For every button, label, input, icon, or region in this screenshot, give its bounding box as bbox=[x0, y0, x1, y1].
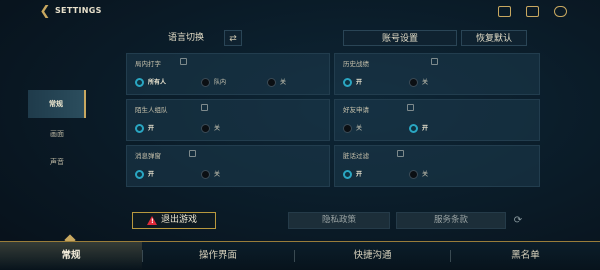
panel-profanity-filter: 脏话过滤 开 关 bbox=[334, 145, 540, 187]
radio-all[interactable] bbox=[135, 78, 144, 87]
quit-game-button[interactable]: ! 退出游戏 bbox=[132, 212, 216, 229]
info-icon[interactable] bbox=[397, 150, 404, 157]
radio-label: 队内 bbox=[214, 79, 227, 86]
panel-title: 消息弹窗 bbox=[135, 152, 161, 160]
chat-icon[interactable] bbox=[526, 6, 539, 17]
radio-on[interactable] bbox=[135, 170, 144, 179]
refresh-icon[interactable]: ⟳ bbox=[510, 213, 526, 228]
radio-on[interactable] bbox=[343, 78, 352, 87]
radio-off[interactable] bbox=[201, 124, 210, 133]
radio-label: 关 bbox=[280, 79, 287, 86]
info-icon[interactable] bbox=[201, 104, 208, 111]
info-icon[interactable] bbox=[180, 58, 187, 65]
terms-of-service-button[interactable]: 服务条款 bbox=[396, 212, 506, 229]
panel-title: 脏话过滤 bbox=[343, 152, 369, 160]
warning-mark: ! bbox=[151, 218, 154, 225]
radio-label: 开 bbox=[422, 125, 429, 132]
radio-label: 开 bbox=[148, 125, 155, 132]
tab-controls[interactable]: 操作界面 bbox=[143, 242, 293, 270]
sidebar-item-general[interactable]: 常规 bbox=[28, 90, 86, 118]
top-bar: ❮ SETTINGS bbox=[0, 0, 600, 26]
swap-icon[interactable]: ⇄ bbox=[224, 30, 242, 46]
panel-match-history: 历史战绩 开 关 bbox=[334, 53, 540, 95]
radio-label: 关 bbox=[214, 171, 221, 178]
panel-title: 局内打字 bbox=[135, 60, 161, 68]
quit-game-label: 退出游戏 bbox=[161, 215, 198, 225]
radio-label: 关 bbox=[422, 79, 429, 86]
radio-label: 关 bbox=[214, 125, 221, 132]
back-arrow-icon[interactable]: ❮ bbox=[38, 5, 52, 19]
radio-on[interactable] bbox=[135, 124, 144, 133]
panel-title: 历史战绩 bbox=[343, 60, 369, 68]
sidebar: 常规 画面 声音 bbox=[28, 90, 86, 186]
panel-title: 好友申请 bbox=[343, 106, 369, 114]
radio-label: 关 bbox=[356, 125, 363, 132]
tab-general[interactable]: 常规 bbox=[0, 242, 142, 270]
radio-off[interactable] bbox=[409, 170, 418, 179]
sidebar-item-graphics[interactable]: 画面 bbox=[28, 120, 86, 148]
panel-stranger-team: 陌生人组队 开 关 bbox=[126, 99, 330, 141]
radio-label: 开 bbox=[356, 171, 363, 178]
language-switch-label: 语言切换 bbox=[167, 33, 204, 43]
sidebar-item-sound[interactable]: 声音 bbox=[28, 148, 86, 176]
radio-label: 开 bbox=[148, 171, 155, 178]
page-title: SETTINGS bbox=[55, 6, 102, 15]
radio-off[interactable] bbox=[201, 170, 210, 179]
panel-friend-request: 好友申请 关 开 bbox=[334, 99, 540, 141]
info-icon[interactable] bbox=[189, 150, 196, 157]
radio-off[interactable] bbox=[267, 78, 276, 87]
panel-title: 陌生人组队 bbox=[135, 106, 168, 114]
radio-off[interactable] bbox=[343, 124, 352, 133]
panel-message-popup: 消息弹窗 开 关 bbox=[126, 145, 330, 187]
account-settings-button[interactable]: 账号设置 bbox=[343, 30, 457, 46]
radio-label: 关 bbox=[422, 171, 429, 178]
tab-blacklist[interactable]: 黑名单 bbox=[451, 242, 600, 270]
radio-label: 开 bbox=[356, 79, 363, 86]
info-icon[interactable] bbox=[431, 58, 438, 65]
tab-quick-chat[interactable]: 快捷沟通 bbox=[295, 242, 450, 270]
radio-on[interactable] bbox=[343, 170, 352, 179]
radio-label: 所有人 bbox=[148, 79, 167, 86]
radio-team[interactable] bbox=[201, 78, 210, 87]
friends-icon[interactable] bbox=[554, 6, 567, 17]
info-icon[interactable] bbox=[407, 104, 414, 111]
bottom-nav: 常规 操作界面 快捷沟通 黑名单 bbox=[0, 241, 600, 270]
privacy-policy-button[interactable]: 隐私政策 bbox=[288, 212, 390, 229]
radio-on[interactable] bbox=[409, 124, 418, 133]
radio-off[interactable] bbox=[409, 78, 418, 87]
mission-icon[interactable] bbox=[498, 6, 511, 17]
panel-ingame-chat: 局内打字 所有人 队内 关 bbox=[126, 53, 330, 95]
reset-default-button[interactable]: 恢复默认 bbox=[461, 30, 527, 46]
